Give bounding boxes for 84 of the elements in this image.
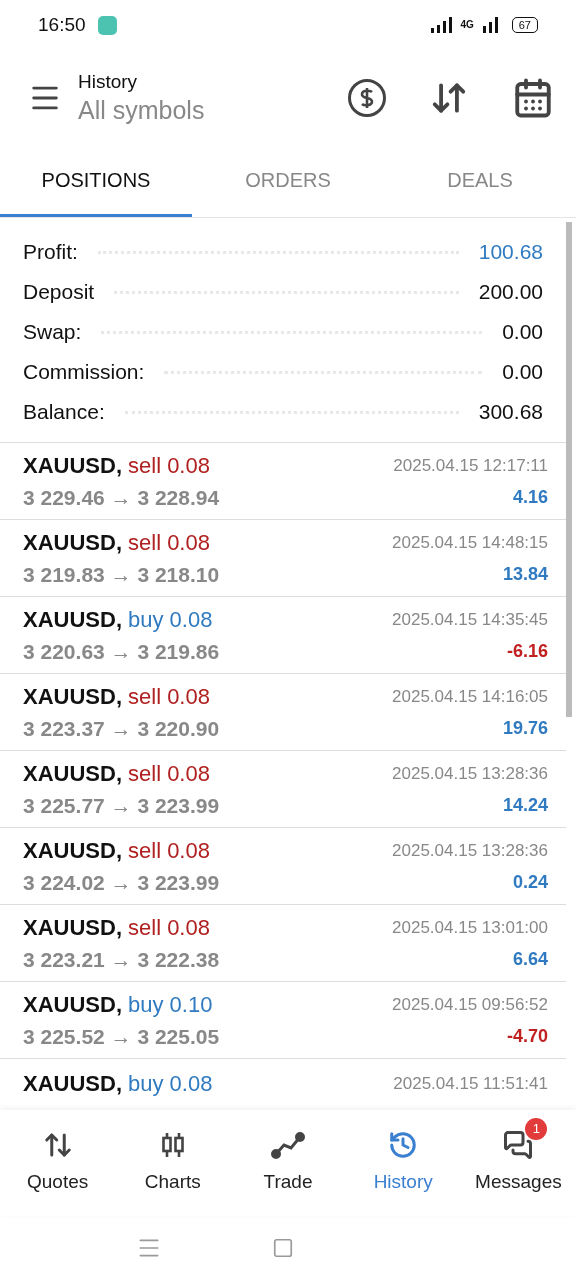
trade-volume: sell 0.08 — [128, 836, 210, 865]
trade-profit: 19.76 — [502, 717, 548, 740]
price-range: 3 220.63 → 3 219.86 — [23, 638, 220, 665]
summary-label: Profit: — [23, 239, 78, 266]
trade-profit: 14.24 — [502, 794, 548, 817]
nav-tab[interactable]: Trade — [230, 1110, 346, 1216]
trade-time: 2025.04.15 14:16:05 — [392, 685, 548, 708]
trade-time: 2025.04.15 14:35:45 — [392, 608, 548, 631]
trade-profit: -6.16 — [506, 640, 548, 663]
scrollbar[interactable] — [566, 222, 572, 717]
symbol: XAUUSD, — [23, 1070, 122, 1098]
home-icon[interactable] — [272, 1237, 294, 1259]
nav-tab[interactable]: Charts — [115, 1110, 231, 1216]
trade-time: 2025.04.15 12:17:11 — [393, 454, 548, 477]
price-range: 3 223.21 → 3 222.38 — [23, 946, 220, 973]
calendar-button[interactable] — [512, 76, 554, 119]
symbol: XAUUSD, — [23, 759, 122, 788]
trade-time: 2025.04.15 13:28:36 — [392, 762, 548, 785]
position-row[interactable]: XAUUSD, sell 0.08 2025.04.15 13:28:36 3 225.77 → 3 223.99 14.24 — [0, 751, 566, 828]
history-icon — [388, 1129, 419, 1160]
summary-value: 0.00 — [502, 319, 543, 346]
currency-exchange-button[interactable] — [348, 78, 386, 117]
position-row[interactable]: XAUUSD, sell 0.08 2025.04.15 13:01:00 3 223.21 → 3 222.38 6.64 — [0, 905, 566, 982]
notification-badge: 1 — [525, 1117, 548, 1140]
price-range: 3 223.37 → 3 220.90 — [23, 715, 220, 742]
trade-profit: 0.24 — [512, 871, 548, 894]
price-range: 3 219.83 → 3 218.10 — [23, 561, 220, 588]
battery-level: 67 — [511, 17, 538, 33]
signal-icon — [481, 17, 500, 33]
price-range: 3 224.02 → 3 223.99 — [23, 869, 220, 896]
symbol: XAUUSD, — [23, 605, 122, 634]
position-row[interactable]: XAUUSD, buy 0.10 2025.04.15 09:56:52 3 225.52 → 3 225.05 -4.70 — [0, 982, 566, 1059]
summary-label: Deposit — [23, 279, 95, 306]
app-notification-icon — [97, 15, 117, 35]
trade-volume: buy 0.08 — [128, 1070, 213, 1098]
position-row[interactable]: XAUUSD, sell 0.08 2025.04.15 14:16:05 3 223.37 → 3 220.90 19.76 — [0, 674, 566, 751]
messages-icon — [503, 1129, 534, 1160]
tab[interactable]: DEALS — [384, 145, 576, 217]
price-range: 3 229.46 → 3 228.94 — [23, 484, 220, 511]
summary-value: 300.68 — [478, 399, 543, 426]
nav-tab[interactable]: History — [345, 1110, 461, 1216]
trade-profit: 6.64 — [512, 948, 548, 971]
page-title: History — [78, 69, 139, 94]
trade-time: 2025.04.15 13:01:00 — [392, 916, 548, 939]
trade-volume: buy 0.10 — [128, 990, 213, 1019]
trade-profit: 4.16 — [512, 486, 548, 509]
nav-tab[interactable]: 1 Messages — [460, 1110, 576, 1216]
price-range: 3 225.77 → 3 223.99 — [23, 792, 220, 819]
summary-value: 100.68 — [478, 239, 543, 266]
trade-volume: sell 0.08 — [128, 682, 210, 711]
summary-value: 0.00 — [502, 359, 543, 386]
trade-time: 2025.04.15 11:51:41 — [393, 1072, 548, 1095]
position-row[interactable]: XAUUSD, buy 0.08 2025.04.15 11:51:41 — [0, 1059, 566, 1106]
trade-time: 2025.04.15 09:56:52 — [392, 993, 548, 1016]
symbol: XAUUSD, — [23, 451, 122, 480]
trade-volume: sell 0.08 — [128, 913, 210, 942]
position-row[interactable]: XAUUSD, sell 0.08 2025.04.15 13:28:36 3 224.02 → 3 223.99 0.24 — [0, 828, 566, 905]
symbol-filter[interactable]: All symbols — [78, 93, 205, 126]
symbol: XAUUSD, — [23, 682, 122, 711]
trade-profit: -4.70 — [506, 1025, 548, 1048]
clock: 16:50 — [38, 12, 86, 37]
symbol: XAUUSD, — [23, 836, 122, 865]
summary-label: Commission: — [23, 359, 145, 386]
summary-value: 200.00 — [478, 279, 543, 306]
symbol: XAUUSD, — [23, 528, 122, 557]
trade-profit: 13.84 — [502, 563, 548, 586]
trade-time: 2025.04.15 13:28:36 — [392, 839, 548, 862]
trade-time: 2025.04.15 14:48:15 — [392, 531, 548, 554]
trade-volume: sell 0.08 — [128, 451, 210, 480]
line-chart-icon — [271, 1129, 305, 1160]
tab[interactable]: POSITIONS — [0, 145, 192, 217]
summary-label: Balance: — [23, 399, 105, 426]
tab[interactable]: ORDERS — [192, 145, 384, 217]
dollar-icon — [359, 85, 375, 110]
symbol: XAUUSD, — [23, 913, 122, 942]
trade-volume: sell 0.08 — [128, 759, 210, 788]
trade-volume: sell 0.08 — [128, 528, 210, 557]
symbol: XAUUSD, — [23, 990, 122, 1019]
signal-icon — [430, 17, 453, 33]
trade-volume: buy 0.08 — [128, 605, 213, 634]
nav-tab[interactable]: Quotes — [0, 1110, 116, 1216]
price-range: 3 225.52 → 3 225.05 — [23, 1023, 220, 1050]
network-type: 4G — [460, 20, 474, 30]
summary-label: Swap: — [23, 319, 82, 346]
